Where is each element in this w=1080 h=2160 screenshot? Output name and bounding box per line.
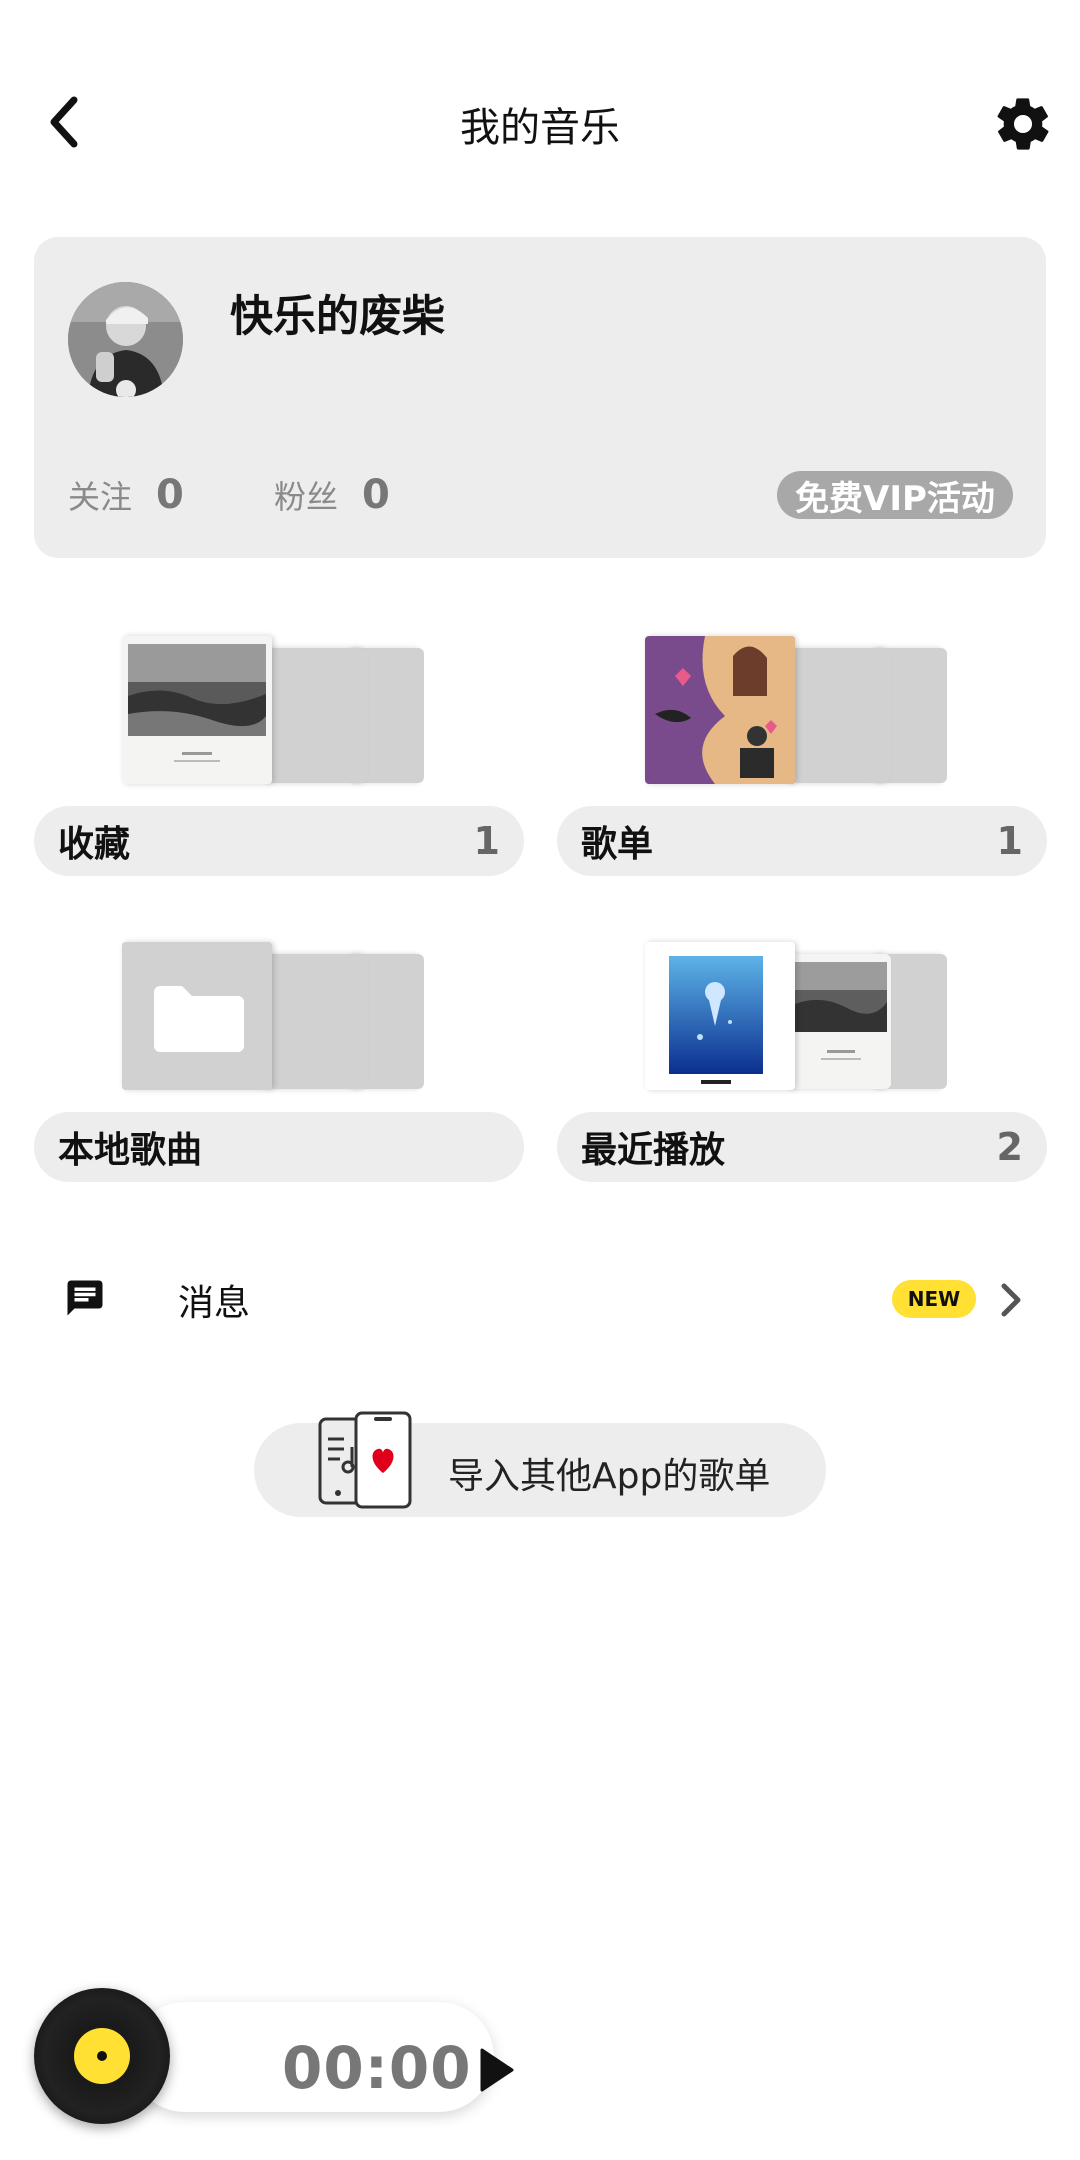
tile-bar: 本地歌曲 xyxy=(34,1112,524,1182)
import-playlists-button[interactable]: 导入其他App的歌单 xyxy=(254,1411,826,1517)
cover-stack xyxy=(122,942,472,1090)
cover-stack xyxy=(645,636,995,784)
page-title: 我的音乐 xyxy=(460,105,620,151)
tile-count: 1 xyxy=(996,819,1023,863)
album-cover xyxy=(645,636,795,784)
followers-label: 粉丝 xyxy=(274,478,339,516)
following-stat[interactable]: 关注 0 xyxy=(68,472,184,518)
vip-promo-button[interactable]: 免费VIP活动 xyxy=(777,471,1013,519)
import-label: 导入其他App的歌单 xyxy=(448,1456,771,1497)
messages-row[interactable]: 消息 NEW xyxy=(0,1262,1080,1338)
tile-count: 2 xyxy=(996,1125,1023,1169)
tile-count: 1 xyxy=(473,819,500,863)
tile-bar: 歌单 1 xyxy=(557,806,1047,876)
album-cover xyxy=(122,636,272,784)
tile-bar: 收藏 1 xyxy=(34,806,524,876)
playback-time: 00:00 xyxy=(282,2034,472,2102)
followers-stat[interactable]: 粉丝 0 xyxy=(274,472,390,518)
following-label: 关注 xyxy=(68,478,133,516)
vinyl-disc-icon[interactable] xyxy=(34,1988,170,2124)
cover-stack xyxy=(645,942,995,1090)
tile-favorites[interactable]: 收藏 1 xyxy=(34,636,524,946)
stack-layer xyxy=(268,648,368,783)
phone-import-icon xyxy=(318,1411,412,1509)
followers-count: 0 xyxy=(362,472,390,518)
top-bar: 我的音乐 xyxy=(0,0,1080,245)
album-cover-secondary xyxy=(791,954,891,1089)
tile-label: 本地歌曲 xyxy=(58,1130,203,1171)
messages-label: 消息 xyxy=(178,1283,251,1324)
folder-cover xyxy=(122,942,272,1090)
username: 快乐的废柴 xyxy=(230,292,445,342)
settings-button[interactable] xyxy=(992,93,1054,155)
new-badge: NEW xyxy=(892,1280,976,1318)
gear-icon xyxy=(997,98,1049,150)
mini-player: 00:00 xyxy=(34,1988,514,2124)
chat-icon xyxy=(67,1280,103,1316)
stack-layer xyxy=(268,954,368,1089)
player-pill[interactable]: 00:00 xyxy=(130,2002,514,2112)
avatar-photo xyxy=(68,282,183,397)
tile-bar: 最近播放 2 xyxy=(557,1112,1047,1182)
tile-label: 最近播放 xyxy=(581,1130,726,1171)
cover-stack xyxy=(122,636,472,784)
avatar[interactable] xyxy=(68,282,183,397)
tile-local-songs[interactable]: 本地歌曲 xyxy=(34,942,524,1252)
chevron-right-icon xyxy=(1001,1283,1021,1317)
tile-recently-played[interactable]: 最近播放 2 xyxy=(557,942,1047,1252)
following-count: 0 xyxy=(156,472,184,518)
stack-layer xyxy=(791,648,891,783)
play-icon[interactable] xyxy=(474,2046,518,2094)
album-cover xyxy=(645,942,795,1090)
vinyl-hole xyxy=(97,2051,107,2061)
tile-label: 歌单 xyxy=(581,824,654,865)
profile-card[interactable]: 快乐的废柴 关注 0 粉丝 0 免费VIP活动 xyxy=(34,237,1046,558)
tile-playlists[interactable]: 歌单 1 xyxy=(557,636,1047,946)
folder-icon xyxy=(122,942,272,1090)
tile-label: 收藏 xyxy=(58,824,131,865)
